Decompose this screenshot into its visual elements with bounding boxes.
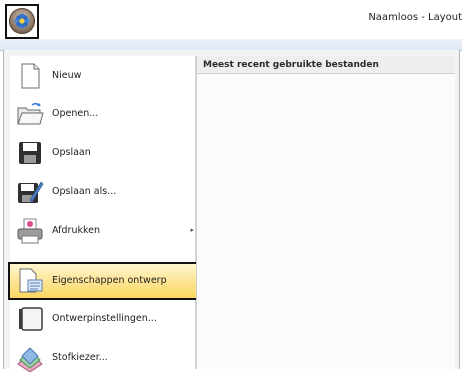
menu-item-design-properties[interactable]: Eigenschappen ontwerp <box>8 262 198 300</box>
design-properties-icon <box>19 268 43 293</box>
window-title: Naamloos - Layout <box>368 12 462 23</box>
menu-item-label: Opslaan <box>52 147 91 158</box>
recent-files-panel: Meest recent gebruikte bestanden <box>197 56 455 369</box>
menu-item-label: Eigenschappen ontwerp <box>52 275 167 286</box>
menu-item-label: Openen... <box>52 108 99 119</box>
save-disk-icon <box>19 142 41 164</box>
submenu-arrow-icon: ▸ <box>190 226 194 234</box>
design-settings-icon <box>19 307 43 331</box>
application-menu: Nieuw Openen... Opslaan Opslaan als... A… <box>3 50 460 372</box>
menu-item-fabric-selector[interactable]: Stofkiezer... <box>12 340 198 376</box>
save-as-icon <box>18 181 44 203</box>
application-menu-button[interactable] <box>5 4 39 39</box>
menu-item-label: Nieuw <box>52 70 82 81</box>
menu-item-new[interactable]: Nieuw <box>12 58 198 94</box>
menu-item-print[interactable]: Afdrukken ▸ <box>12 213 198 249</box>
menu-item-label: Afdrukken <box>52 225 100 236</box>
menu-item-design-settings[interactable]: Ontwerpinstellingen... <box>12 301 198 337</box>
command-list: Nieuw Openen... Opslaan Opslaan als... A… <box>8 56 198 372</box>
menu-item-label: Opslaan als... <box>52 186 117 197</box>
menu-item-open[interactable]: Openen... <box>12 96 198 132</box>
recent-files-header: Meest recent gebruikte bestanden <box>197 56 455 74</box>
fabric-selector-icon <box>17 347 43 372</box>
new-document-icon <box>21 63 40 89</box>
app-flower-icon <box>9 8 35 34</box>
printer-icon <box>17 218 43 244</box>
title-bar: Naamloos - Layout <box>0 0 462 39</box>
menu-item-label: Stofkiezer... <box>52 352 108 363</box>
open-folder-icon <box>17 102 44 125</box>
menu-item-save-as[interactable]: Opslaan als... <box>12 174 198 210</box>
menu-item-label: Ontwerpinstellingen... <box>52 313 157 324</box>
menu-item-save[interactable]: Opslaan <box>12 135 198 171</box>
